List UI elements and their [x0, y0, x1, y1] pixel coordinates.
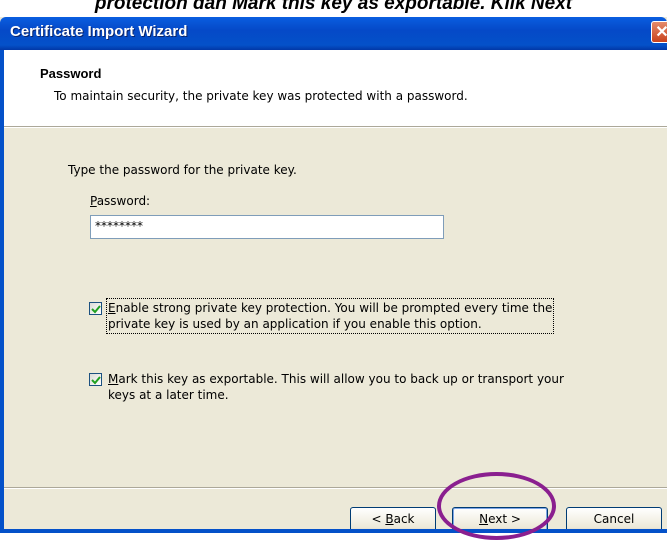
instruction-caption: protection dan Mark this key as exportab…	[94, 0, 573, 14]
certificate-import-wizard-dialog: Certificate Import Wizard ✕ Password To …	[0, 17, 667, 533]
page-title: Password	[40, 66, 102, 81]
strong-protection-line2: private key is used by an application if…	[108, 317, 482, 331]
strong-protection-label[interactable]: Enable strong private key protection. Yo…	[105, 298, 555, 334]
footer-divider	[4, 487, 667, 489]
wizard-header: Password To maintain security, the priva…	[4, 50, 667, 126]
password-label: Password:	[90, 194, 151, 208]
window-title: Certificate Import Wizard	[10, 23, 188, 40]
mark-exportable-label[interactable]: Mark this key as exportable. This will a…	[108, 371, 564, 403]
password-input[interactable]: ********	[90, 215, 444, 239]
mark-exportable-checkbox[interactable]	[89, 373, 102, 386]
page-subtitle: To maintain security, the private key wa…	[54, 89, 468, 103]
password-prompt: Type the password for the private key.	[68, 163, 297, 177]
close-icon: ✕	[655, 24, 667, 41]
header-divider	[4, 126, 667, 128]
title-bar[interactable]: Certificate Import Wizard ✕	[0, 17, 667, 50]
close-button[interactable]: ✕	[651, 21, 667, 43]
strong-protection-checkbox[interactable]	[89, 302, 102, 315]
checkmark-icon	[91, 305, 101, 314]
next-highlight-circle	[437, 472, 556, 540]
mark-exportable-line2: keys at a later time.	[108, 388, 229, 402]
mark-exportable-line1: Mark this key as exportable. This will a…	[108, 372, 564, 386]
checkmark-icon	[91, 376, 101, 385]
window-frame-bottom	[0, 529, 667, 533]
strong-protection-line1: Enable strong private key protection. Yo…	[108, 301, 553, 315]
